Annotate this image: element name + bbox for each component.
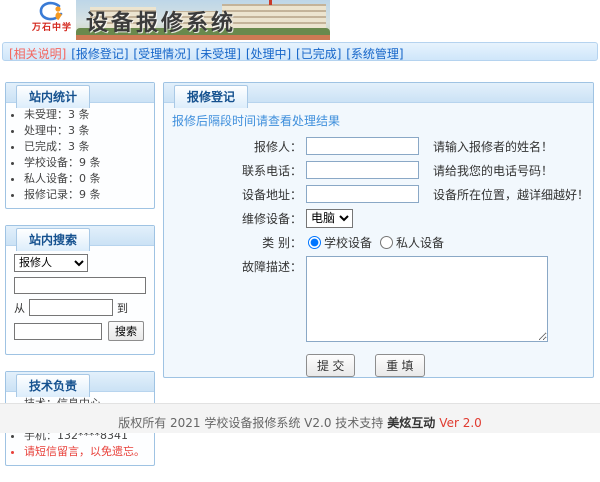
school-logo: 万石中学 xyxy=(24,1,80,33)
vendor-name: 美炫互动 xyxy=(387,416,435,430)
stat-private-devices: 私人设备：0 条 xyxy=(24,172,154,186)
stat-completed: 已完成：3 条 xyxy=(24,140,154,154)
nav-item-repair-register[interactable]: [报修登记] xyxy=(71,47,128,61)
repair-panel-header: 报修登记 xyxy=(164,83,593,103)
footer: 版权所有 2021 学校设备报修系统 V2.0 技术支持美炫互动 Ver 2.0 xyxy=(0,403,600,433)
form-buttons: 提 交 重 填 xyxy=(306,354,593,377)
nav-item-not-accepted[interactable]: [未受理] xyxy=(196,47,241,61)
search-keyword-input[interactable] xyxy=(14,277,146,294)
search-from-input[interactable] xyxy=(29,299,113,316)
submit-button[interactable]: 提 交 xyxy=(306,354,355,377)
repair-register-panel: 报修登记 报修后隔段时间请查看处理结果 报修人： 请输入报修者的姓名！ 联系电话… xyxy=(163,82,594,378)
building-right xyxy=(222,4,326,30)
page-title: 设备报修系统 xyxy=(86,5,236,37)
nav-item-system-admin[interactable]: [系统管理] xyxy=(346,47,403,61)
address-input[interactable] xyxy=(306,185,419,203)
tech-warning: 请短信留言，以免遗忘。 xyxy=(24,445,154,459)
search-button[interactable]: 搜索 xyxy=(108,321,144,341)
reporter-label: 报修人： xyxy=(164,138,302,155)
category-radio-group: 学校设备 私人设备 xyxy=(308,234,452,251)
category-option-school[interactable]: 学校设备 xyxy=(308,234,372,251)
page: 万石中学 设备报修系统 [相关说明] [报修登记] [受理情况] [未受理] [… xyxy=(0,0,600,433)
category-radio-private[interactable] xyxy=(380,236,393,249)
version-text: Ver 2.0 xyxy=(439,416,482,430)
category-radio-school[interactable] xyxy=(308,236,321,249)
flag xyxy=(269,0,272,5)
category-option-private[interactable]: 私人设备 xyxy=(380,234,444,251)
address-label: 设备地址： xyxy=(164,186,302,203)
stat-school-devices: 学校设备：9 条 xyxy=(24,156,154,170)
stats-panel-header: 站内统计 xyxy=(6,83,154,103)
category-school-label: 学校设备 xyxy=(324,234,372,251)
device-select[interactable]: 电脑 xyxy=(306,209,353,228)
stats-panel-title: 站内统计 xyxy=(16,85,90,108)
header: 万石中学 设备报修系统 xyxy=(0,0,600,40)
device-label: 维修设备： xyxy=(164,210,302,227)
fault-description-textarea[interactable] xyxy=(306,256,548,342)
nav-item-instructions[interactable]: [相关说明] xyxy=(9,47,66,61)
reporter-input[interactable] xyxy=(306,137,419,155)
search-to-label: 到 xyxy=(117,300,128,316)
stat-not-accepted: 未受理：3 条 xyxy=(24,108,154,122)
search-from-label: 从 xyxy=(14,300,25,316)
nav-item-acceptance-status[interactable]: [受理情况] xyxy=(133,47,190,61)
category-label: 类 别： xyxy=(164,234,302,251)
search-panel: 站内搜索 报修人 从 到 搜索 xyxy=(5,225,155,355)
nav-item-completed[interactable]: [已完成] xyxy=(296,47,341,61)
stat-in-progress: 处理中：3 条 xyxy=(24,124,154,138)
stats-list: 未受理：3 条 处理中：3 条 已完成：3 条 学校设备：9 条 私人设备：0 … xyxy=(24,108,154,202)
tech-panel-header: 技术负责 xyxy=(6,372,154,392)
stats-panel: 站内统计 未受理：3 条 处理中：3 条 已完成：3 条 学校设备：9 条 私人… xyxy=(5,82,155,209)
search-field-select[interactable]: 报修人 xyxy=(14,254,88,272)
stat-repair-records: 报修记录：9 条 xyxy=(24,188,154,202)
copyright-text: 版权所有 2021 学校设备报修系统 V2.0 技术支持 xyxy=(118,416,383,430)
nav-item-in-progress[interactable]: [处理中] xyxy=(246,47,291,61)
reporter-hint: 请输入报修者的姓名！ xyxy=(433,138,553,155)
tech-panel-title: 技术负责 xyxy=(16,374,90,397)
school-name: 万石中学 xyxy=(24,23,80,33)
repair-note: 报修后隔段时间请查看处理结果 xyxy=(172,112,593,129)
category-private-label: 私人设备 xyxy=(396,234,444,251)
nav-bar: [相关说明] [报修登记] [受理情况] [未受理] [处理中] [已完成] [… xyxy=(2,42,598,61)
logo-icon xyxy=(24,1,80,23)
address-hint: 设备所在位置，越详细越好！ xyxy=(433,186,589,203)
repair-panel-title: 报修登记 xyxy=(174,85,248,108)
phone-label: 联系电话： xyxy=(164,162,302,179)
search-to-input[interactable] xyxy=(14,323,102,340)
phone-input[interactable] xyxy=(306,161,419,179)
search-body: 报修人 从 到 搜索 xyxy=(6,246,154,354)
search-panel-header: 站内搜索 xyxy=(6,226,154,246)
phone-hint: 请给我您的电话号码！ xyxy=(433,162,553,179)
reset-button[interactable]: 重 填 xyxy=(375,354,424,377)
search-panel-title: 站内搜索 xyxy=(16,228,90,251)
desc-label: 故障描述： xyxy=(164,256,302,275)
repair-form: 报修人： 请输入报修者的姓名！ 联系电话： 请给我您的电话号码！ 设备地址： 设… xyxy=(164,136,593,377)
